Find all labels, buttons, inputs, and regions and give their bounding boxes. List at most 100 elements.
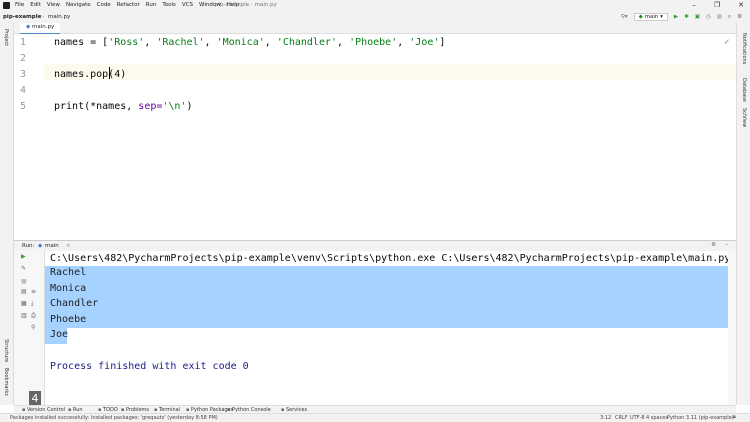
file-encoding[interactable]: UTF-8	[630, 415, 645, 421]
menu-run[interactable]: Run	[146, 2, 157, 8]
interpreter-selector[interactable]: Python 3.11 (pip-example)	[667, 415, 734, 421]
run-tab-icon: ◆	[38, 243, 43, 249]
menu-tools[interactable]: Tools	[162, 2, 176, 8]
code-token: ,	[337, 37, 350, 48]
code-token: print(*names,	[54, 101, 139, 112]
tab-label: main.py	[31, 24, 55, 30]
run-label: Run:	[22, 243, 35, 249]
settings-icon[interactable]: ⚙	[711, 242, 716, 248]
code-token: )	[186, 101, 193, 112]
modify-config-icon[interactable]: ✎	[21, 266, 28, 272]
code-token: ,	[204, 37, 217, 48]
code-token: ]	[439, 37, 446, 48]
debug-icon[interactable]: ✱	[684, 14, 689, 20]
bookmarks-tool-tab[interactable]: Bookmarks	[3, 368, 9, 396]
indent-setting[interactable]: 4 spaces	[646, 415, 668, 421]
stop-icon[interactable]: ■	[21, 279, 28, 285]
pin-icon[interactable]: ⚲	[31, 325, 38, 331]
code-line: print(*names, sep='\n')	[54, 101, 193, 112]
line-number: 2	[20, 53, 27, 64]
code-editor[interactable]: 1 2 3 4 5 names = ['Ross', 'Rachel', 'Monica…	[14, 34, 736, 239]
layout-icon[interactable]: ▤	[21, 289, 28, 295]
code-token: 'Ross'	[108, 37, 145, 48]
scroll-to-end-icon[interactable]: ⤓	[31, 301, 38, 307]
editor-tab-row: ◆ main.py	[14, 23, 736, 35]
console-exit-message: Process finished with exit code 0	[50, 361, 249, 372]
user-icon[interactable]: ⚲▾	[621, 14, 628, 20]
line-number: 1	[20, 37, 27, 48]
menu-edit[interactable]: Edit	[30, 2, 41, 8]
run-icon[interactable]: ▶	[674, 14, 678, 20]
delete-icon[interactable]: ▥	[21, 313, 28, 319]
console-output-line: Monica	[50, 282, 87, 294]
coverage-icon[interactable]: ▣	[695, 14, 700, 20]
code-line: names.pop(4)	[54, 69, 126, 80]
caret-position[interactable]: 3:12	[600, 415, 611, 421]
current-line-highlight	[44, 64, 736, 80]
line-number-gutter: 1 2 3 4 5	[14, 34, 44, 239]
run-toolbar: ▶ ✎ ■ ≡ ⤓ ⎙ ⚲ ▤ ▦ ▥	[14, 251, 45, 405]
database-tool-tab[interactable]: Database	[741, 78, 747, 102]
console-output-line: Phoebe	[50, 313, 87, 325]
code-token: 'Rachel'	[156, 37, 205, 48]
notifications-tool-tab[interactable]: Notifications	[741, 33, 747, 64]
console-output-line: Rachel	[50, 267, 87, 278]
run-tab[interactable]: main	[45, 243, 59, 249]
rerun-icon[interactable]: ▶	[21, 254, 28, 260]
line-number: 5	[20, 101, 27, 112]
console-output-line: Joe	[50, 329, 69, 341]
menu-code[interactable]: Code	[97, 2, 111, 8]
menu-view[interactable]: View	[47, 2, 60, 8]
breadcrumb-project[interactable]: pip-example	[3, 14, 41, 20]
search-icon[interactable]: ⌕	[728, 14, 731, 21]
menu-refactor[interactable]: Refactor	[117, 2, 140, 8]
settings-icon[interactable]: ⚙	[737, 14, 742, 20]
console-command: C:\Users\482\PycharmProjects\pip-example…	[50, 253, 731, 264]
code-token: 'Joe'	[409, 37, 440, 48]
text-cursor	[109, 67, 110, 79]
close-run-tab-icon[interactable]: ×	[66, 243, 71, 249]
close-button[interactable]: ✕	[738, 1, 744, 9]
pycharm-logo-icon	[3, 2, 10, 9]
console-scrollbar[interactable]	[728, 251, 736, 405]
menu-file[interactable]: File	[15, 2, 24, 8]
maximize-button[interactable]: ❐	[714, 1, 720, 9]
print-icon[interactable]: ⎙	[31, 313, 38, 319]
menu-bar: File Edit View Navigate Code Refactor Run Tools…	[0, 0, 750, 11]
sciview-tool-tab[interactable]: SciView	[741, 108, 747, 127]
python-file-icon: ◆	[26, 24, 31, 30]
console-output-line: Chandler	[50, 298, 99, 310]
status-message[interactable]: Packages installed successfully: Install…	[10, 415, 218, 421]
code-line: names = ['Ross', 'Rachel', 'Monica', 'Ch…	[54, 37, 445, 48]
left-tool-strip: Project Structure Bookmarks	[0, 23, 14, 405]
code-token: 'Phoebe'	[349, 37, 398, 48]
code-token: ,	[144, 37, 157, 48]
code-token: names = [	[54, 37, 109, 48]
menu-vcs[interactable]: VCS	[182, 2, 193, 8]
line-number: 3	[20, 69, 27, 80]
code-token: ,	[397, 37, 410, 48]
profile-icon[interactable]: ◷	[706, 14, 711, 20]
code-token: '\n'	[162, 101, 187, 112]
restore-layout-icon[interactable]: ▦	[21, 301, 28, 307]
stop-icon[interactable]: ■	[717, 14, 722, 20]
structure-tool-tab[interactable]: Structure	[3, 339, 9, 362]
lock-icon[interactable]: 🔒︎	[733, 414, 736, 420]
menu-navigate[interactable]: Navigate	[66, 2, 91, 8]
code-token: 'Monica'	[216, 37, 265, 48]
minimize-button[interactable]: –	[692, 1, 696, 9]
project-tool-tab[interactable]: Project	[3, 29, 9, 46]
console-output[interactable]: C:\Users\482\PycharmProjects\pip-example…	[45, 251, 731, 405]
code-token: 'Chandler'	[276, 37, 338, 48]
window-title: pip-example - main.py	[215, 2, 277, 8]
breadcrumb-file[interactable]: main.py	[48, 14, 70, 20]
inspection-ok-icon[interactable]: ✓	[724, 38, 730, 46]
soft-wrap-icon[interactable]: ≡	[31, 289, 38, 295]
line-separator[interactable]: CRLF	[615, 415, 628, 421]
run-config-select[interactable]: ◆ main ▾	[633, 13, 668, 21]
hide-panel-icon[interactable]: –	[725, 242, 728, 248]
code-token: names.pop(4)	[54, 69, 127, 80]
selection-highlight	[45, 266, 728, 328]
right-tool-strip: Notifications Database SciView	[736, 23, 750, 405]
line-number: 4	[20, 85, 27, 96]
